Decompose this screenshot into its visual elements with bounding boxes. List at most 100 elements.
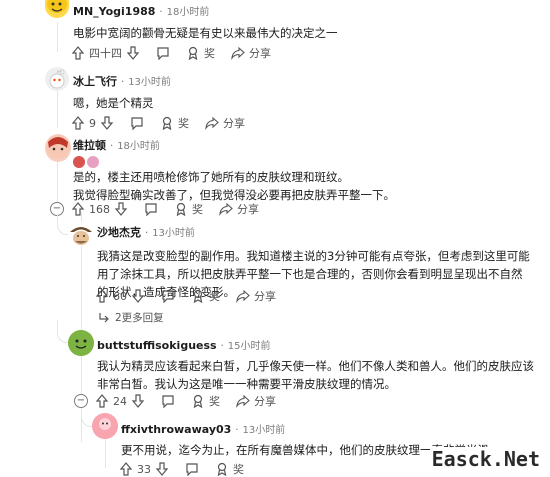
downvote-icon[interactable] [155,462,169,476]
downvote-icon[interactable] [114,202,128,216]
downvote-icon[interactable] [131,394,145,408]
reply-button[interactable] [144,202,158,216]
comment-author[interactable]: 沙地杰克 · 13小时前 [97,224,195,240]
share-label: 分享 [254,290,276,303]
author-name[interactable]: 沙地杰克 [97,226,141,239]
comment-bubble-icon [156,46,170,60]
author-name[interactable]: ffxivthrowaway03 [121,423,231,436]
upvote-icon[interactable] [71,202,85,216]
reply-button[interactable] [156,46,170,60]
comment-author[interactable]: 冰上飞行 · 13小时前 [73,73,171,89]
comment-time[interactable]: 18小时前 [167,7,210,18]
reply-button[interactable] [185,462,199,476]
share-icon [236,394,250,408]
comment-time[interactable]: 13小时前 [128,77,171,88]
flair-badge-icon [87,155,99,168]
share-button[interactable]: 分享 [205,115,245,131]
avatar[interactable] [68,222,94,246]
reply-button[interactable] [161,394,175,408]
award-button[interactable]: 奖 [186,45,215,61]
award-button[interactable]: 奖 [191,288,220,304]
share-button[interactable]: 分享 [231,45,271,61]
award-button[interactable]: 奖 [160,115,189,131]
share-icon [231,46,245,60]
share-label: 分享 [254,395,276,408]
comment-actions: 9 奖 分享 [71,115,261,131]
comment-bubble-icon [161,394,175,408]
award-label: 奖 [204,47,215,60]
upvote-icon[interactable] [71,116,85,130]
comment-time[interactable]: 18小时前 [117,141,160,152]
award-icon [174,202,188,216]
avatar[interactable] [92,413,118,439]
vote-count: 24 [113,394,127,408]
upvote-icon[interactable] [95,394,109,408]
award-label: 奖 [192,203,203,216]
comment-bubble-icon [130,116,144,130]
collapse-thread-button[interactable]: − [74,394,88,408]
vote-control: 24 [95,394,145,408]
share-icon [205,116,219,130]
award-icon [186,46,200,60]
dot-separator: · [220,339,224,352]
share-button[interactable]: 分享 [236,288,276,304]
award-icon [215,462,229,476]
award-button[interactable]: 奖 [191,393,220,409]
thread-line-2 [57,91,58,128]
vote-count: 9 [89,116,96,130]
comment-body: 我认为精灵应该看起来白皙，几乎像天使一样。他们不像人类和兽人。他们的皮肤应该非常… [97,359,534,391]
comment-author[interactable]: MN_Yogi1988 · 18小时前 [73,3,209,18]
upvote-icon[interactable] [119,462,133,476]
author-name[interactable]: buttstuffisokiguess [97,339,217,352]
author-name[interactable]: MN_Yogi1988 [73,5,155,18]
thread-line-3 [57,162,58,202]
comment-time[interactable]: 13小时前 [243,425,286,436]
vote-count: 33 [137,462,151,476]
vote-count: 168 [89,202,110,216]
upvote-icon[interactable] [71,46,85,60]
avatar[interactable] [68,330,94,356]
dot-separator: · [144,226,149,239]
upvote-icon[interactable] [95,289,109,303]
share-label: 分享 [223,117,245,130]
award-icon [160,116,174,130]
avatar[interactable] [45,0,69,18]
downvote-icon[interactable] [131,289,145,303]
comment-bubble-icon [144,202,158,216]
reply-button[interactable] [161,289,175,303]
share-label: 分享 [249,47,271,60]
vote-control: 60 [95,289,145,303]
award-button[interactable]: 奖 [174,201,203,217]
author-name[interactable]: 冰上飞行 [73,75,117,88]
more-replies-link[interactable]: 2更多回复 [97,310,164,325]
thread-line-6 [105,438,106,468]
flair-badge-icon [73,155,85,168]
comment-actions: 60 奖 分享 [95,288,292,304]
share-button[interactable]: 分享 [219,201,259,217]
comment-author[interactable]: buttstuffisokiguess · 15小时前 [97,337,271,352]
avatar[interactable] [45,67,69,91]
award-label: 奖 [209,395,220,408]
comment-time[interactable]: 15小时前 [228,341,271,352]
comment-bubble-icon [161,289,175,303]
comment-time[interactable]: 13小时前 [152,228,195,239]
dot-separator: · [120,75,125,88]
downvote-icon[interactable] [100,116,114,130]
comment-body: 是的，楼主还用喷枪修饰了她所有的皮肤纹理和斑纹。 我觉得脸型确实改善了，但我觉得… [73,170,395,202]
share-icon [236,289,250,303]
vote-count: 四十四 [89,47,122,60]
comment-body: 电影中宽阔的颧骨无疑是有史以来最伟大的决定之一 [73,26,338,40]
award-icon [191,289,205,303]
share-icon [219,202,233,216]
comment-author[interactable]: ffxivthrowaway03 · 13小时前 [121,421,285,436]
vote-control: 168 [71,202,128,216]
avatar[interactable] [45,134,71,162]
downvote-icon[interactable] [126,46,140,60]
reply-button[interactable] [130,116,144,130]
dot-separator: · [235,423,239,436]
award-label: 奖 [209,290,220,303]
share-button[interactable]: 分享 [236,393,276,409]
award-icon [191,394,205,408]
comment-actions: 24 奖 分享 [95,393,292,409]
comment-actions: 168 奖 分享 [71,201,275,217]
